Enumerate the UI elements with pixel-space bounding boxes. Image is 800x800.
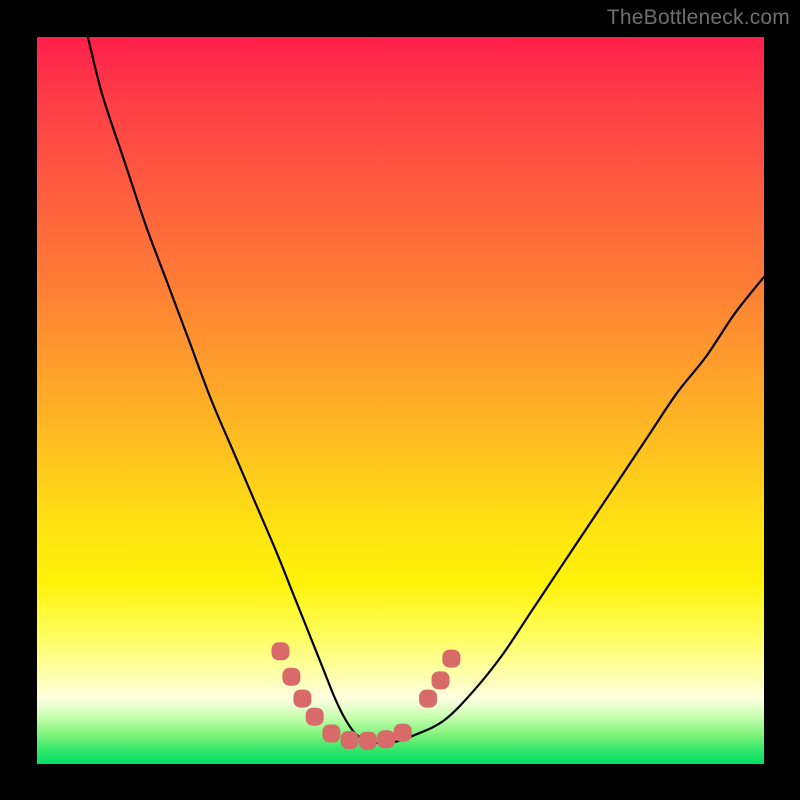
- curve-layer: [37, 37, 764, 764]
- marker-point: [322, 725, 340, 743]
- marker-point: [341, 731, 359, 749]
- marker-point: [282, 668, 300, 686]
- marker-point: [306, 708, 324, 726]
- marker-point: [419, 690, 437, 708]
- marker-point: [272, 642, 290, 660]
- highlight-markers: [272, 642, 461, 749]
- marker-point: [293, 690, 311, 708]
- marker-point: [359, 732, 377, 750]
- marker-point: [377, 730, 395, 748]
- watermark-text: TheBottleneck.com: [607, 6, 790, 30]
- plot-area: [37, 37, 764, 764]
- marker-point: [394, 724, 412, 742]
- marker-point: [432, 671, 450, 689]
- bottleneck-curve: [88, 37, 764, 743]
- chart-frame: TheBottleneck.com: [0, 0, 800, 800]
- marker-point: [442, 650, 460, 668]
